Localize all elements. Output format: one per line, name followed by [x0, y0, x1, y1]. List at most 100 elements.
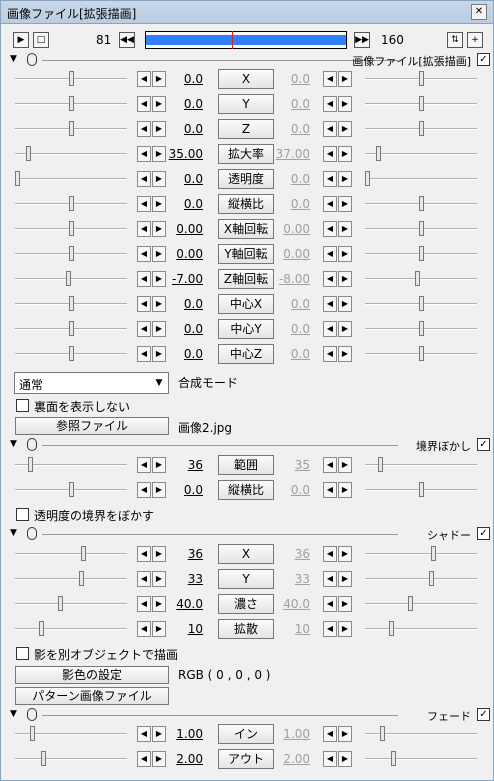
end-stepper[interactable]: ◀ ▶	[323, 221, 353, 237]
keyframe-icon[interactable]: ▶	[13, 32, 29, 48]
arrow-left-icon[interactable]: ◀	[323, 346, 337, 362]
start-value[interactable]: 0.0	[141, 483, 203, 497]
end-slider[interactable]	[365, 118, 477, 140]
start-value[interactable]: 35.00	[141, 147, 203, 161]
arrow-right-icon[interactable]: ▶	[338, 751, 352, 767]
browse-file-button[interactable]: 参照ファイル	[15, 417, 169, 435]
slider-thumb[interactable]	[69, 96, 74, 111]
shadow-separate-checkbox[interactable]	[16, 647, 29, 660]
slider-thumb[interactable]	[15, 171, 20, 186]
shadow-color-button[interactable]: 影色の設定	[15, 666, 169, 684]
arrow-right-icon[interactable]: ▶	[338, 196, 352, 212]
start-slider[interactable]	[15, 268, 127, 290]
start-slider[interactable]	[15, 343, 127, 365]
start-value[interactable]: 0.0	[141, 122, 203, 136]
start-value[interactable]: 0.0	[141, 72, 203, 86]
start-slider[interactable]	[15, 748, 127, 770]
arrow-left-icon[interactable]: ◀	[323, 146, 337, 162]
slider-thumb[interactable]	[69, 296, 74, 311]
arrow-left-icon[interactable]: ◀	[323, 96, 337, 112]
end-slider[interactable]	[365, 93, 477, 115]
start-value[interactable]: 0.0	[141, 322, 203, 336]
start-slider[interactable]	[15, 93, 127, 115]
slider-thumb[interactable]	[39, 621, 44, 636]
arrow-left-icon[interactable]: ◀	[323, 571, 337, 587]
end-stepper[interactable]: ◀ ▶	[323, 96, 353, 112]
start-value[interactable]: 10	[141, 622, 203, 636]
end-value[interactable]: 2.00	[248, 752, 310, 766]
slider-thumb[interactable]	[69, 196, 74, 211]
slider-thumb[interactable]	[380, 726, 385, 741]
arrow-right-icon[interactable]: ▶	[338, 121, 352, 137]
end-value[interactable]: 10	[248, 622, 310, 636]
start-value[interactable]: 0.00	[141, 222, 203, 236]
arrow-left-icon[interactable]: ◀	[323, 482, 337, 498]
end-value[interactable]: 0.00	[248, 222, 310, 236]
start-slider[interactable]	[15, 68, 127, 90]
collapse-triangle-icon[interactable]: ▼	[10, 54, 17, 64]
collapse-triangle-icon[interactable]: ▼	[10, 709, 17, 719]
arrow-left-icon[interactable]: ◀	[323, 726, 337, 742]
slider-thumb[interactable]	[66, 271, 71, 286]
end-value[interactable]: 0.0	[248, 297, 310, 311]
end-value[interactable]: 0.0	[248, 197, 310, 211]
arrow-right-icon[interactable]: ▶	[338, 171, 352, 187]
start-value[interactable]: 0.0	[141, 297, 203, 311]
end-stepper[interactable]: ◀ ▶	[323, 621, 353, 637]
end-stepper[interactable]: ◀ ▶	[323, 246, 353, 262]
slider-thumb[interactable]	[419, 121, 424, 136]
end-stepper[interactable]: ◀ ▶	[323, 171, 353, 187]
slider-thumb[interactable]	[419, 196, 424, 211]
slider-thumb[interactable]	[419, 321, 424, 336]
arrow-left-icon[interactable]: ◀	[323, 271, 337, 287]
start-slider[interactable]	[15, 568, 127, 590]
start-slider[interactable]	[15, 318, 127, 340]
slider-thumb[interactable]	[419, 296, 424, 311]
slider-thumb[interactable]	[429, 571, 434, 586]
start-slider[interactable]	[15, 193, 127, 215]
end-stepper[interactable]: ◀ ▶	[323, 321, 353, 337]
chevron-down-icon[interactable]: ▼	[151, 374, 167, 392]
end-stepper[interactable]: ◀ ▶	[323, 146, 353, 162]
arrow-right-icon[interactable]: ▶	[338, 482, 352, 498]
end-stepper[interactable]: ◀ ▶	[323, 196, 353, 212]
slider-thumb[interactable]	[419, 71, 424, 86]
end-slider[interactable]	[365, 723, 477, 745]
slider-thumb[interactable]	[28, 457, 33, 472]
start-slider[interactable]	[15, 243, 127, 265]
slider-thumb[interactable]	[378, 457, 383, 472]
end-stepper[interactable]: ◀ ▶	[323, 726, 353, 742]
end-slider[interactable]	[365, 293, 477, 315]
end-slider[interactable]	[365, 193, 477, 215]
slider-thumb[interactable]	[419, 346, 424, 361]
arrow-right-icon[interactable]: ▶	[338, 221, 352, 237]
arrow-left-icon[interactable]: ◀	[323, 196, 337, 212]
end-slider[interactable]	[365, 343, 477, 365]
fast-forward-icon[interactable]: ▶▶	[354, 32, 370, 48]
arrow-right-icon[interactable]: ▶	[338, 571, 352, 587]
end-stepper[interactable]: ◀ ▶	[323, 482, 353, 498]
slider-thumb[interactable]	[26, 146, 31, 161]
end-value[interactable]: 33	[248, 572, 310, 586]
start-value[interactable]: 36	[141, 547, 203, 561]
end-slider[interactable]	[365, 318, 477, 340]
slider-thumb[interactable]	[431, 546, 436, 561]
start-value[interactable]: -7.00	[141, 272, 203, 286]
end-value[interactable]: 0.0	[248, 322, 310, 336]
slider-thumb[interactable]	[69, 346, 74, 361]
end-slider[interactable]	[365, 593, 477, 615]
slider-thumb[interactable]	[419, 246, 424, 261]
end-slider[interactable]	[365, 748, 477, 770]
start-value[interactable]: 33	[141, 572, 203, 586]
start-slider[interactable]	[15, 543, 127, 565]
plus-icon[interactable]: +	[467, 32, 483, 48]
arrow-left-icon[interactable]: ◀	[323, 246, 337, 262]
end-slider[interactable]	[365, 454, 477, 476]
section-enable-checkbox[interactable]: ✓	[477, 53, 490, 66]
arrow-left-icon[interactable]: ◀	[323, 457, 337, 473]
slider-thumb[interactable]	[79, 571, 84, 586]
end-slider[interactable]	[365, 543, 477, 565]
end-slider[interactable]	[365, 479, 477, 501]
slider-thumb[interactable]	[30, 726, 35, 741]
arrow-left-icon[interactable]: ◀	[323, 221, 337, 237]
